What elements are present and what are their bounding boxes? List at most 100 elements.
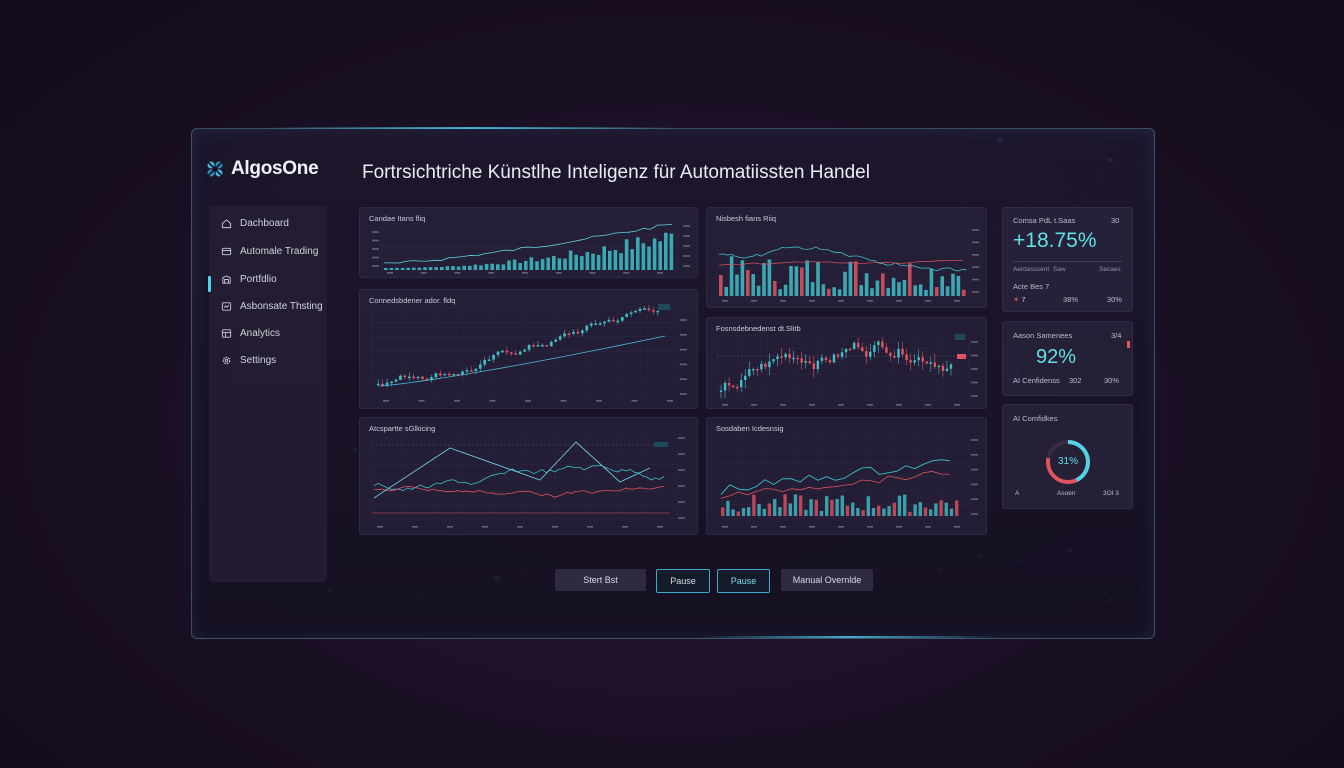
- axis-tick-mark: [867, 526, 873, 528]
- volume-bar: [832, 287, 836, 296]
- axis-tick-mark: [971, 513, 978, 515]
- volume-bar: [735, 274, 739, 296]
- volume-bar: [384, 268, 388, 270]
- chart-panel-forecast[interactable]: Fosnsdebnedenst dt.Slitb: [706, 317, 987, 409]
- axis-tick-mark: [780, 404, 786, 406]
- sidebar-item-testing[interactable]: Asbonsate Thsting: [221, 301, 323, 312]
- row-c: 30%: [1107, 295, 1123, 304]
- chart-panel-candle[interactable]: Candae Itans fliq: [359, 207, 698, 278]
- pause-button[interactable]: Pause: [656, 569, 710, 593]
- chart-panel-sentiment[interactable]: Sosdaben Icdesnsig: [706, 417, 987, 535]
- sidebar-item-analytics[interactable]: Analytics: [221, 328, 280, 339]
- volume-bar: [810, 282, 815, 296]
- volume-bar: [827, 288, 831, 296]
- candle-body: [478, 364, 482, 369]
- candle-body: [949, 364, 953, 369]
- sidebar-item-trading[interactable]: Automale Trading: [221, 246, 318, 257]
- volume-bar: [887, 506, 891, 516]
- volume-bar: [955, 500, 959, 516]
- axis-tick-mark: [489, 400, 496, 402]
- candle-body: [581, 330, 584, 334]
- chart-panel-candlestick[interactable]: Connedsbdener ador. fldq: [359, 289, 698, 409]
- axis-tick-mark: [488, 272, 495, 274]
- sidebar-item-settings[interactable]: Settings: [221, 355, 276, 366]
- volume-bar: [903, 494, 907, 516]
- volume-bar: [814, 499, 818, 516]
- sidebar-item-dashboard[interactable]: Dachboard: [221, 218, 289, 229]
- axis-tick-mark: [454, 272, 461, 274]
- pause-button-secondary[interactable]: Pause: [717, 569, 770, 593]
- app-logo[interactable]: AlgosOne: [205, 158, 319, 180]
- axis-tick-mark: [972, 254, 979, 256]
- candle-body: [629, 312, 633, 315]
- candle-body: [933, 362, 937, 367]
- volume-bar: [647, 246, 651, 270]
- candle-body: [844, 348, 848, 353]
- volume-bar: [563, 258, 567, 270]
- volume-bar: [924, 289, 928, 296]
- alert-marker: [1127, 341, 1130, 348]
- candle-body: [873, 345, 876, 352]
- stat-corner: 3/4: [1111, 331, 1122, 340]
- volume-bar: [767, 259, 772, 296]
- volume-bar: [484, 263, 489, 270]
- axis-tick-mark: [971, 454, 978, 456]
- candle-body: [748, 369, 751, 376]
- candle-body: [634, 310, 637, 313]
- axis-tick-mark: [954, 526, 960, 528]
- volume-bar: [613, 250, 618, 270]
- chart-panel-volume[interactable]: Nisbesh fians Riiq: [706, 207, 987, 308]
- page-title: Fortrsichtriche Künstlhe Inteligenz für …: [362, 162, 870, 183]
- volume-bar: [664, 232, 668, 270]
- sub-mid: Saw: [1053, 266, 1066, 273]
- start-bot-button[interactable]: Stert Bst: [555, 569, 646, 591]
- volume-bar: [757, 504, 761, 516]
- manual-override-button[interactable]: Manual Overnlde: [781, 569, 873, 591]
- volume-bar: [389, 267, 394, 270]
- candle-body: [549, 341, 553, 347]
- candle-body: [443, 373, 447, 376]
- axis-tick-mark: [972, 291, 979, 293]
- volume-bar: [918, 502, 922, 516]
- volume-bar: [512, 259, 517, 270]
- axis-tick-mark: [896, 526, 902, 528]
- volume-bar: [882, 508, 886, 516]
- volume-bar: [929, 268, 934, 296]
- volume-bar: [816, 261, 820, 296]
- candle-body: [941, 365, 945, 372]
- axis-tick-mark: [971, 483, 978, 486]
- volume-bar: [956, 275, 961, 296]
- axis-tick-mark: [925, 526, 931, 528]
- candle-body: [824, 357, 828, 360]
- volume-bar: [591, 253, 595, 270]
- volume-bar: [908, 511, 912, 516]
- series-line: [720, 471, 950, 499]
- chart-panel-signals[interactable]: Atcspartte sGlkicing: [359, 417, 698, 535]
- sub-right: Secaes: [1099, 266, 1121, 273]
- volume-bar: [490, 263, 494, 270]
- axis-tick-mark: [623, 272, 630, 274]
- pl-stat-card[interactable]: Comsa PdL t.Saas 30 +18.75% Aerdasssent …: [1002, 207, 1133, 312]
- candle-body: [510, 352, 513, 355]
- candle-body: [545, 345, 549, 347]
- row-a-value: 7: [1021, 295, 1026, 304]
- confidence-stat-card[interactable]: AI Comfidkes 31% A Asoen 3OI 3: [1002, 404, 1133, 509]
- volume-bar: [951, 273, 955, 296]
- stat-label: Comsa PdL t.Saas: [1013, 216, 1076, 225]
- sentiment-stat-card[interactable]: Aason Samenees 3/4 92% AI Cenfidenss 302…: [1002, 321, 1133, 396]
- foot-mid: Asoen: [1057, 490, 1076, 497]
- active-indicator: [208, 276, 211, 292]
- candle-body: [719, 390, 723, 392]
- volume-bar: [913, 285, 917, 296]
- frame-glow: [700, 636, 1000, 638]
- portfolio-icon: [222, 275, 231, 284]
- candle-body: [848, 348, 852, 351]
- candle-body: [820, 357, 824, 361]
- volume-bar: [881, 273, 885, 296]
- candle-body: [925, 361, 928, 364]
- sidebar-item-portfolio[interactable]: Portfdlio: [221, 274, 277, 285]
- gauge-value: 31%: [1058, 456, 1079, 467]
- candle-body: [421, 376, 424, 379]
- candle-body: [735, 386, 739, 389]
- volume-bar: [641, 243, 646, 270]
